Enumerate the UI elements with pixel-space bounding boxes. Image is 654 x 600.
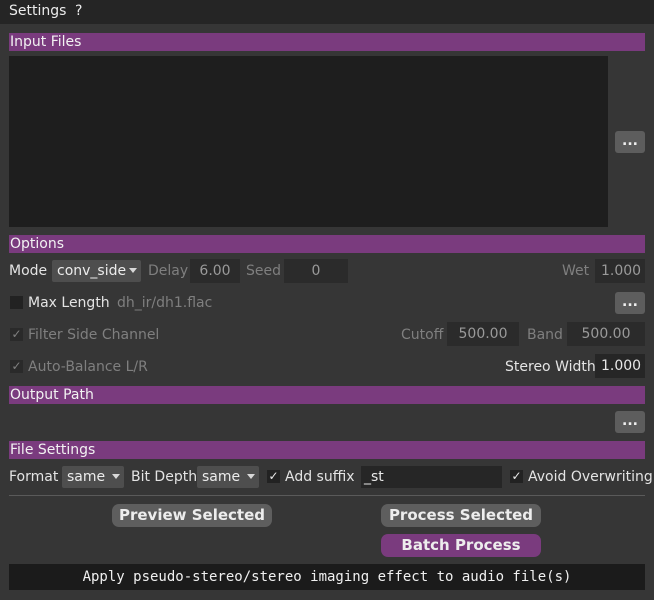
suffix-field[interactable]: _st <box>361 466 502 488</box>
seed-label: Seed <box>246 263 281 279</box>
chevron-down-icon <box>112 474 120 479</box>
cutoff-label: Cutoff <box>401 327 444 343</box>
browse-input-button[interactable]: ... <box>615 131 645 153</box>
avoid-overwriting-label: Avoid Overwriting <box>528 469 653 485</box>
process-selected-button[interactable]: Process Selected <box>381 504 541 527</box>
chevron-down-icon <box>247 474 255 479</box>
cutoff-field[interactable]: 500.00 <box>447 322 519 346</box>
input-files-list[interactable] <box>9 56 608 227</box>
menu-bar <box>0 0 654 24</box>
format-select[interactable]: same <box>62 466 124 488</box>
preview-selected-button[interactable]: Preview Selected <box>112 504 272 527</box>
format-select-value: same <box>67 469 106 485</box>
max-length-label: Max Length <box>28 295 110 311</box>
browse-ir-button[interactable]: ... <box>615 292 645 314</box>
section-header-output-path: Output Path <box>9 386 645 404</box>
divider <box>9 495 645 496</box>
mode-select[interactable]: conv_side <box>52 260 141 282</box>
max-length-checkbox[interactable] <box>10 296 23 309</box>
add-suffix-checkbox[interactable]: ✓ <box>267 470 280 483</box>
add-suffix-label: Add suffix <box>285 469 355 485</box>
status-bar: Apply pseudo-stereo/stereo imaging effec… <box>9 564 645 590</box>
menu-help[interactable]: ? <box>75 3 82 19</box>
mode-select-value: conv_side <box>57 263 127 279</box>
auto-balance-label: Auto-Balance L/R <box>28 359 148 375</box>
seed-field[interactable]: 0 <box>284 259 348 283</box>
stereo-width-field[interactable]: 1.000 <box>595 354 645 378</box>
avoid-overwriting-checkbox[interactable]: ✓ <box>510 470 523 483</box>
delay-field[interactable]: 6.00 <box>190 259 240 283</box>
wet-field[interactable]: 1.000 <box>595 259 645 283</box>
bit-depth-select[interactable]: same <box>197 466 259 488</box>
filter-side-checkbox[interactable]: ✓ <box>10 328 23 341</box>
section-header-file-settings: File Settings <box>9 441 645 459</box>
menu-settings[interactable]: Settings <box>9 3 66 19</box>
section-header-input-files: Input Files <box>9 33 645 51</box>
bit-depth-label: Bit Depth <box>131 469 198 485</box>
stereo-width-label: Stereo Width <box>505 359 596 375</box>
ir-file-path: dh_ir/dh1.flac <box>117 295 213 311</box>
format-label: Format <box>9 469 59 485</box>
batch-process-button[interactable]: Batch Process <box>381 534 541 557</box>
delay-label: Delay <box>148 263 189 279</box>
section-header-options: Options <box>9 235 645 253</box>
mode-label: Mode <box>9 263 48 279</box>
wet-label: Wet <box>562 263 590 279</box>
auto-balance-checkbox[interactable]: ✓ <box>10 360 23 373</box>
band-label: Band <box>527 327 563 343</box>
band-field[interactable]: 500.00 <box>567 322 645 346</box>
filter-side-label: Filter Side Channel <box>28 327 160 343</box>
chevron-down-icon <box>129 268 137 273</box>
bit-depth-select-value: same <box>202 469 241 485</box>
browse-output-button[interactable]: ... <box>615 411 645 433</box>
